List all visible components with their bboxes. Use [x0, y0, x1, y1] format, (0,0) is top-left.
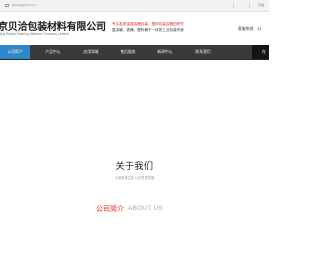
nav-item-news[interactable]: 新闻中心: [150, 45, 180, 59]
slogan-line-1: 专注各类金属容器包装、塑料包装容器的研究: [112, 22, 184, 26]
company-name[interactable]: 京贝洽包装材料有限公司: [0, 18, 106, 33]
divider: [233, 3, 234, 8]
main-nav: 公司简介 产品中心 应用领域 售后服务 新闻中心 联系我们 在: [0, 45, 269, 60]
hotline: 客服热线：13: [238, 27, 262, 31]
nav-item-contact[interactable]: 联系我们: [188, 45, 218, 59]
slogan-line-2: 复涂膜、铁桶、塑料桶于一体的工业包装专家: [112, 28, 184, 32]
nav-item-products[interactable]: 产品中心: [38, 45, 68, 59]
section-subtitle: 以质量求生存 以信誉求发展: [114, 176, 155, 180]
mail-icon: [5, 4, 9, 7]
section-title: 关于我们: [115, 161, 154, 171]
company-name-en: jing Beiqia Packing Material Company Lim…: [0, 32, 69, 36]
wechat-scan-link[interactable]: 扫描: [258, 0, 264, 11]
nav-online-label: 在: [262, 50, 266, 54]
intro-heading-en: ABOUT US: [128, 205, 163, 212]
intro-heading-cn: 公司简介: [96, 206, 124, 213]
site-header: 京贝洽包装材料有限公司 jing Beiqia Packing Material…: [0, 12, 269, 44]
top-info-bar: qbncgg@163.com 扫描: [0, 0, 269, 12]
nav-item-about[interactable]: 公司简介: [0, 45, 30, 59]
divider: [249, 3, 250, 8]
nav-online-tab[interactable]: 在: [252, 45, 269, 59]
nav-item-applications[interactable]: 应用领域: [76, 45, 106, 59]
nav-item-service[interactable]: 售后服务: [113, 45, 143, 59]
contact-email[interactable]: qbncgg@163.com: [12, 0, 36, 11]
